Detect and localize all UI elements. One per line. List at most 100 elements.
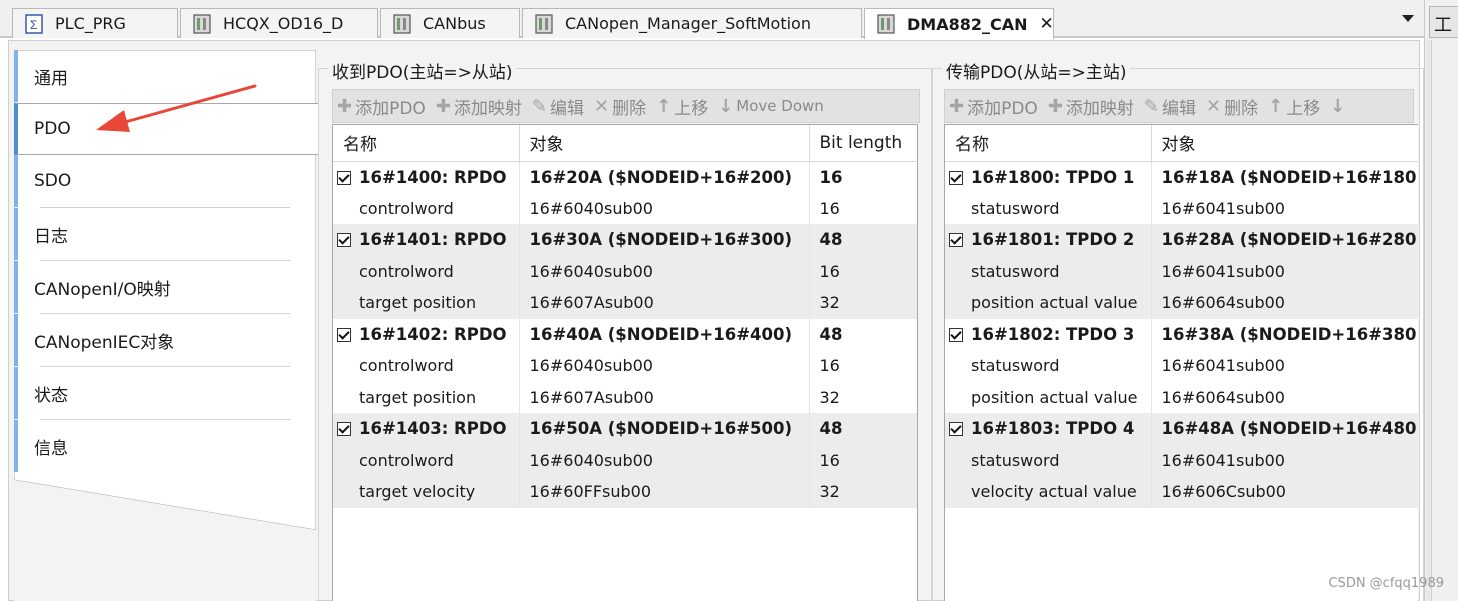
checkbox[interactable]: [949, 422, 963, 437]
device-icon: [877, 14, 895, 34]
pencil-icon: ✎: [531, 95, 548, 117]
table-row[interactable]: 16#1402: RPDO 16#40A ($NODEID+16#400) 48: [333, 318, 917, 350]
arrow-down-icon: ↓: [1330, 95, 1346, 117]
move-down-button[interactable]: ↓: [1326, 96, 1354, 117]
table-row[interactable]: statusword 16#6041sub00: [945, 255, 1418, 287]
table-row[interactable]: target velocity 16#60FFsub00 32: [333, 476, 917, 508]
nav-item-label: CANopenIEC对象: [34, 332, 175, 353]
nav-item-canopen-iec-objects[interactable]: CANopenIEC对象: [14, 314, 316, 366]
delete-button[interactable]: ✕ 删除: [1202, 94, 1264, 119]
checkbox[interactable]: [949, 233, 963, 248]
mapping-bit-length: 32: [809, 476, 917, 508]
plus-icon: ✚: [337, 95, 353, 117]
add-pdo-button[interactable]: ✚ 添加PDO: [333, 94, 432, 119]
dock-tab-tools[interactable]: 工具: [1429, 6, 1458, 38]
close-icon[interactable]: ✕: [1040, 14, 1054, 34]
nav-item-status[interactable]: 状态: [14, 367, 316, 419]
column-header-object[interactable]: 对象: [519, 125, 810, 162]
column-header-object[interactable]: 对象: [1151, 125, 1418, 162]
checkbox[interactable]: [337, 233, 351, 248]
move-up-button[interactable]: ↑ 上移: [652, 94, 714, 119]
tab-hcqx-od16-d[interactable]: HCQX_OD16_D: [180, 8, 378, 38]
checkbox[interactable]: [337, 327, 351, 342]
column-header-name[interactable]: 名称: [333, 125, 520, 162]
delete-icon: ✕: [594, 95, 610, 117]
pdo-object: 16#48A ($NODEID+16#480): [1151, 413, 1418, 445]
nav-item-canopen-io-mapping[interactable]: CANopenI/O映射: [14, 261, 316, 313]
tab-dma882-can[interactable]: DMA882_CAN ✕: [864, 8, 1054, 39]
button-label: 删除: [612, 98, 647, 119]
delete-button[interactable]: ✕ 删除: [590, 94, 652, 119]
table-row[interactable]: position actual value 16#6064sub00: [945, 381, 1418, 413]
mapping-object: 16#6041sub00: [1151, 444, 1418, 476]
pdo-name: 16#1402: RPDO: [359, 324, 507, 344]
chevron-down-icon[interactable]: [1402, 15, 1414, 22]
tab-canbus[interactable]: CANbus: [380, 8, 520, 38]
column-header-name[interactable]: 名称: [945, 125, 1152, 162]
nav-item-label: 日志: [34, 226, 68, 247]
nav-item-information[interactable]: 信息: [14, 420, 316, 472]
mapping-object: 16#6040sub00: [519, 444, 810, 476]
mapping-name: position actual value: [945, 287, 1152, 319]
group-title: 传输PDO(从站=>主站): [942, 58, 1131, 83]
table-row[interactable]: 16#1800: TPDO 1 16#18A ($NODEID+16#180): [945, 161, 1418, 193]
watermark: CSDN @cfqq1989: [1328, 576, 1444, 591]
dock-tab-label: 工具: [1434, 15, 1452, 36]
tab-plc-prg[interactable]: Σ PLC_PRG: [12, 8, 178, 38]
button-label: 上移: [674, 98, 709, 119]
table-row[interactable]: statusword 16#6041sub00: [945, 444, 1418, 476]
table-row[interactable]: controlword 16#6040sub00 16: [333, 350, 917, 382]
group-title: 收到PDO(主站=>从站): [328, 58, 517, 83]
column-header-bit-length[interactable]: Bit length: [809, 125, 917, 162]
mapping-name: statusword: [945, 350, 1152, 382]
add-mapping-button[interactable]: ✚ 添加映射: [432, 94, 528, 119]
plus-icon: ✚: [1047, 95, 1063, 117]
nav-item-label: CANopenI/O映射: [34, 279, 171, 300]
table-row[interactable]: 16#1802: TPDO 3 16#38A ($NODEID+16#380): [945, 318, 1418, 350]
mapping-bit-length: 32: [809, 287, 917, 319]
table-row[interactable]: position actual value 16#6064sub00: [945, 287, 1418, 319]
tab-label: CANbus: [423, 14, 486, 33]
edit-button[interactable]: ✎ 编辑: [528, 94, 590, 119]
mapping-bit-length: 16: [809, 350, 917, 382]
receive-pdo-group: 收到PDO(主站=>从站) ✚ 添加PDO ✚ 添加映射 ✎ 编辑 ✕ 删除 ↑ 上移 ↓…: [318, 58, 932, 601]
nav-item-sdo[interactable]: SDO: [14, 155, 316, 207]
tab-canopen-manager-softmotion[interactable]: CANopen_Manager_SoftMotion: [522, 8, 862, 38]
table-row[interactable]: statusword 16#6041sub00: [945, 192, 1418, 224]
table-row[interactable]: target position 16#607Asub00 32: [333, 381, 917, 413]
edit-button[interactable]: ✎ 编辑: [1140, 94, 1202, 119]
checkbox[interactable]: [337, 422, 351, 437]
table-row[interactable]: controlword 16#6040sub00 16: [333, 255, 917, 287]
mapping-object: 16#6064sub00: [1151, 287, 1418, 319]
add-pdo-button[interactable]: ✚ 添加PDO: [945, 94, 1044, 119]
table-row[interactable]: velocity actual value 16#606Csub00: [945, 476, 1418, 508]
svg-text:Σ: Σ: [30, 18, 37, 32]
checkbox[interactable]: [949, 327, 963, 342]
table-row[interactable]: target position 16#607Asub00 32: [333, 287, 917, 319]
table-row[interactable]: controlword 16#6040sub00 16: [333, 192, 917, 224]
move-down-button[interactable]: ↓ Move Down: [714, 96, 830, 117]
button-label: 上移: [1286, 98, 1321, 119]
program-icon: Σ: [25, 13, 43, 34]
table-row[interactable]: 16#1403: RPDO 16#50A ($NODEID+16#500) 48: [333, 413, 917, 445]
move-up-button[interactable]: ↑ 上移: [1264, 94, 1326, 119]
device-icon: [535, 13, 553, 34]
pdo-object: 16#18A ($NODEID+16#180): [1151, 161, 1418, 193]
table-row[interactable]: 16#1801: TPDO 2 16#28A ($NODEID+16#280): [945, 224, 1418, 256]
mapping-object: 16#6040sub00: [519, 192, 810, 224]
table-row[interactable]: 16#1400: RPDO 16#20A ($NODEID+16#200) 16: [333, 161, 917, 193]
pdo-name: 16#1400: RPDO: [359, 167, 507, 187]
tab-label: PLC_PRG: [55, 14, 126, 33]
mapping-name: velocity actual value: [945, 476, 1152, 508]
checkbox[interactable]: [949, 170, 963, 185]
right-dock-panel: 工具: [1424, 0, 1458, 601]
pdo-object: 16#28A ($NODEID+16#280): [1151, 224, 1418, 256]
table-row[interactable]: 16#1401: RPDO 16#30A ($NODEID+16#300) 48: [333, 224, 917, 256]
checkbox[interactable]: [337, 170, 351, 185]
add-mapping-button[interactable]: ✚ 添加映射: [1044, 94, 1140, 119]
table-row[interactable]: controlword 16#6040sub00 16: [333, 444, 917, 476]
nav-item-log[interactable]: 日志: [14, 208, 316, 260]
table-row[interactable]: 16#1803: TPDO 4 16#48A ($NODEID+16#480): [945, 413, 1418, 445]
table-header: 名称 对象: [945, 125, 1418, 162]
table-row[interactable]: statusword 16#6041sub00: [945, 350, 1418, 382]
